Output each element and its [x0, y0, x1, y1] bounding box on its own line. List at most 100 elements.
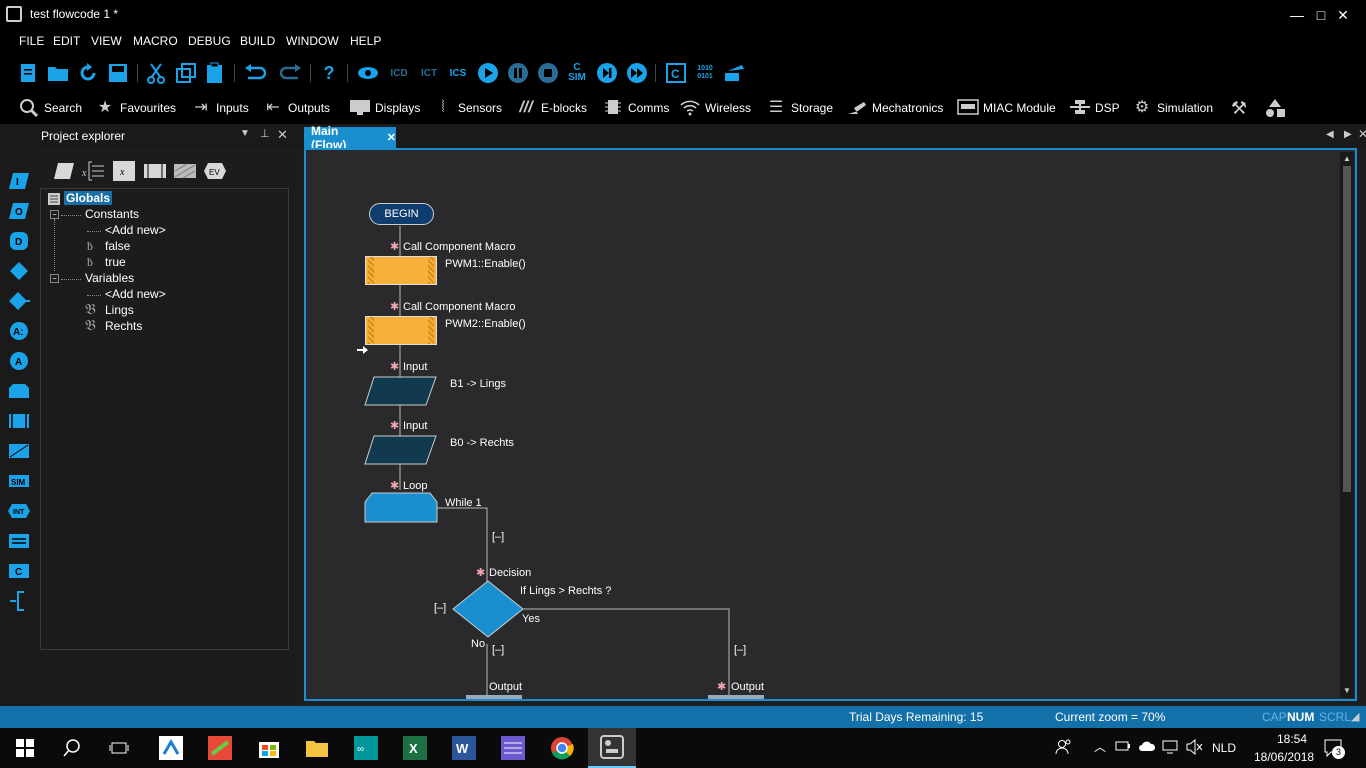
debug-settings-icon[interactable]: ICS	[447, 62, 469, 84]
scroll-up-icon[interactable]: ▲	[1343, 154, 1351, 163]
paste-icon[interactable]	[204, 62, 226, 84]
flow-output-right[interactable]	[708, 695, 764, 699]
switch-command-icon[interactable]	[8, 290, 30, 312]
scroll-right-icon[interactable]: ▶	[1344, 129, 1352, 140]
calculation-command-icon[interactable]: A:	[8, 320, 30, 342]
play-icon[interactable]	[477, 62, 499, 84]
collapse-toggle[interactable]: [–]	[492, 644, 504, 656]
category-displays[interactable]: Displays	[349, 96, 420, 120]
collapse-toggle[interactable]: −	[50, 274, 59, 283]
binary-icon[interactable]: 1010 0101	[694, 62, 716, 84]
step-into-icon[interactable]	[596, 62, 618, 84]
flowchart-canvas[interactable]: BEGIN ✱ Call Component Macro PWM1::Enabl…	[304, 148, 1357, 701]
battery-icon[interactable]	[1115, 740, 1131, 754]
step-over-icon[interactable]	[626, 62, 648, 84]
dropdown-icon[interactable]: ▼	[240, 128, 250, 139]
collapse-toggle[interactable]: −	[50, 210, 59, 219]
input-variable-icon[interactable]	[53, 162, 75, 182]
category-eblocks[interactable]: /// E-blocks	[515, 96, 587, 120]
menu-macro[interactable]: MACRO	[133, 34, 178, 48]
menu-view[interactable]: VIEW	[91, 34, 122, 48]
ict-icon[interactable]: ICT	[418, 62, 440, 84]
eye-icon[interactable]	[357, 62, 379, 84]
component-macro-icon[interactable]: A	[8, 350, 30, 372]
flow-decision[interactable]	[452, 580, 524, 638]
excel-icon[interactable]: X	[395, 734, 435, 762]
scroll-thumb[interactable]	[1343, 166, 1351, 492]
flow-call-macro-1[interactable]	[365, 256, 437, 285]
add-new-constant[interactable]: <Add new>	[105, 223, 166, 237]
file-explorer-icon[interactable]	[297, 734, 337, 762]
word-icon[interactable]: W	[444, 734, 484, 762]
shapes-icon[interactable]	[1264, 96, 1290, 120]
flow-begin[interactable]: BEGIN	[369, 203, 434, 225]
copy-icon[interactable]	[175, 62, 197, 84]
category-wireless[interactable]: Wireless	[679, 96, 751, 120]
redo-icon[interactable]	[280, 62, 302, 84]
resize-grip-icon[interactable]: ◢	[1351, 710, 1359, 723]
decision-command-icon[interactable]	[8, 260, 30, 282]
component-macro-list-icon[interactable]	[143, 162, 167, 182]
search-icon[interactable]	[52, 734, 92, 762]
tree-node-variables[interactable]: Variables	[85, 271, 134, 285]
windows-start-icon[interactable]	[5, 734, 45, 762]
variable-item[interactable]: Lings	[105, 303, 134, 317]
flow-loop[interactable]	[364, 492, 438, 524]
collapse-toggle[interactable]: [–]	[492, 531, 504, 543]
tree-root-globals[interactable]: Globals	[64, 191, 113, 205]
comment-command-icon[interactable]	[8, 440, 30, 462]
cut-icon[interactable]	[145, 62, 167, 84]
app-icon-2[interactable]	[200, 734, 240, 762]
menu-debug[interactable]: DEBUG	[188, 34, 231, 48]
open-folder-icon[interactable]	[47, 62, 69, 84]
label-command-icon[interactable]	[8, 530, 30, 552]
collapse-toggle[interactable]: [–]	[434, 602, 446, 614]
variable-icon[interactable]: x	[81, 160, 108, 182]
add-new-variable[interactable]: <Add new>	[105, 287, 166, 301]
vertical-scrollbar[interactable]: ▲ ▼	[1340, 152, 1354, 698]
new-file-icon[interactable]	[17, 62, 39, 84]
people-icon[interactable]	[1055, 738, 1073, 756]
collapse-toggle[interactable]: [–]	[734, 644, 746, 656]
flowcode-taskbar-icon[interactable]	[588, 728, 636, 768]
category-simulation[interactable]: ⚙ Simulation	[1131, 96, 1213, 120]
c-code-icon[interactable]: C	[665, 62, 687, 84]
flow-input-2[interactable]	[364, 435, 438, 465]
delay-command-icon[interactable]: D	[8, 230, 30, 252]
category-search[interactable]: Search	[18, 96, 82, 120]
clock-date[interactable]: 18/06/2018	[1254, 750, 1314, 764]
network-icon[interactable]	[1162, 740, 1178, 754]
category-favourites[interactable]: ★ Favourites	[94, 96, 176, 120]
language-indicator[interactable]: NLD	[1212, 741, 1236, 755]
chrome-icon[interactable]	[542, 734, 582, 762]
notification-center-icon[interactable]: 3	[1324, 739, 1346, 759]
scroll-down-icon[interactable]: ▼	[1343, 686, 1351, 695]
c-code-command-icon[interactable]: C	[8, 560, 30, 582]
arduino-icon[interactable]: ∞	[346, 734, 386, 762]
task-view-icon[interactable]	[99, 734, 139, 762]
menu-build[interactable]: BUILD	[240, 34, 275, 48]
help-icon[interactable]: ?	[318, 62, 340, 84]
cloud-icon[interactable]	[1138, 740, 1156, 754]
events-icon[interactable]: EV	[203, 162, 227, 182]
category-comms[interactable]: Comms	[602, 96, 669, 120]
variable-item[interactable]: Rechts	[105, 319, 142, 333]
menu-edit[interactable]: EDIT	[53, 34, 80, 48]
tab-main-flow[interactable]: Main (Flow) ✕	[304, 124, 396, 152]
constant-item[interactable]: false	[105, 239, 130, 253]
flow-input-1[interactable]	[364, 376, 438, 406]
connection-command-icon[interactable]	[8, 590, 30, 612]
close-tab-icon[interactable]: ✕	[387, 131, 396, 144]
clock-time[interactable]: 18:54	[1277, 732, 1307, 746]
app-icon-3[interactable]	[493, 734, 533, 762]
close-panel-icon[interactable]: ✕	[277, 127, 288, 143]
flow-call-macro-2[interactable]	[365, 316, 437, 345]
tools-icon[interactable]: ⚒	[1228, 96, 1254, 120]
input-command-icon[interactable]: I	[8, 170, 30, 192]
interrupt-command-icon[interactable]: INT	[8, 500, 30, 522]
undo-icon[interactable]	[244, 62, 266, 84]
close-document-icon[interactable]: ✕	[1358, 127, 1366, 141]
icd-icon[interactable]: ICD	[388, 62, 410, 84]
category-storage[interactable]: ☰ Storage	[765, 96, 833, 120]
category-mechatronics[interactable]: Mechatronics	[846, 96, 943, 120]
